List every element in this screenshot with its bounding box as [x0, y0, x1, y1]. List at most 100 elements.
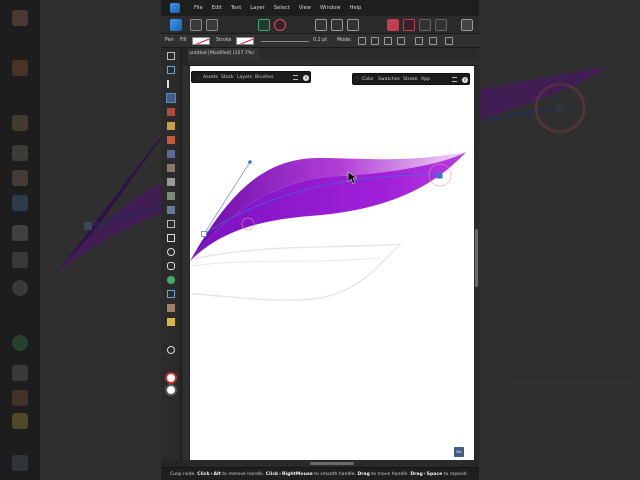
anchor-node-selected[interactable] [436, 172, 443, 179]
screen: File Edit Text Layer Select View Window … [0, 0, 640, 480]
rounded-rectangle-icon[interactable] [167, 262, 175, 270]
app-window: File Edit Text Layer Select View Window … [161, 0, 479, 480]
pencil-tool-icon[interactable] [167, 108, 175, 116]
anchor-node[interactable] [201, 231, 207, 237]
horizontal-scrollbar[interactable] [190, 460, 474, 467]
menu-window[interactable]: Window [320, 5, 340, 11]
color-panel-header: ⋮ Color Swatches Stroke App × [352, 73, 470, 85]
tab-color[interactable]: Color [362, 77, 374, 82]
status-segment: Click [197, 472, 210, 477]
menu-file[interactable]: File [194, 5, 203, 11]
leaf-shadow-outline [191, 257, 381, 267]
tab-layers[interactable]: Layers [237, 75, 252, 80]
panel-grip-icon[interactable]: ⋮ [196, 75, 201, 80]
panel-grip-icon[interactable]: ⋮ [355, 77, 360, 82]
menu-view[interactable]: View [299, 5, 311, 11]
status-segment: to remove handle. [220, 472, 266, 477]
boolean-add-icon[interactable] [387, 19, 399, 31]
assistant-icon[interactable] [461, 19, 473, 31]
status-segment: Drag [357, 472, 370, 477]
shape-tool-icon[interactable] [167, 276, 175, 284]
ellipse-tool-icon[interactable] [167, 248, 175, 256]
fill-tool-icon[interactable] [167, 136, 175, 144]
tab-stock[interactable]: Stock [221, 75, 234, 80]
rubber-band-icon[interactable] [445, 37, 453, 45]
smart-mode-icon[interactable] [371, 37, 379, 45]
node-action-icon[interactable] [415, 37, 423, 45]
transparency-tool-icon[interactable] [167, 150, 175, 158]
corner-badge: DA [454, 447, 464, 457]
boolean-xor-icon[interactable] [435, 19, 447, 31]
status-segment: Click [265, 472, 279, 477]
image-tool-icon[interactable] [167, 206, 175, 214]
panel-close-icon[interactable]: × [462, 76, 468, 83]
status-segment: Cusp node. [170, 472, 198, 477]
place-image-icon[interactable] [167, 178, 175, 186]
tab-brushes[interactable]: Brushes [255, 75, 273, 80]
horizontal-scroll-thumb[interactable] [310, 462, 354, 465]
arrange-front-icon[interactable] [315, 19, 327, 31]
text-tool-icon[interactable] [167, 290, 175, 298]
snapping-icon[interactable] [258, 19, 270, 31]
leaf-artwork[interactable] [190, 66, 474, 460]
menu-text[interactable]: Text [231, 5, 242, 11]
boolean-subtract-icon[interactable] [403, 19, 415, 31]
vertical-scrollbar[interactable] [474, 66, 479, 460]
tab-assets[interactable]: Assets [203, 75, 218, 80]
status-segment: Alt [213, 472, 221, 477]
fill-swatch[interactable] [192, 37, 210, 45]
pixel-brush-icon[interactable] [167, 192, 175, 200]
document-canvas[interactable] [190, 66, 474, 460]
fill-stroke-selector-icon[interactable] [165, 372, 177, 384]
leaf-shadow-outline [191, 243, 402, 301]
artboard-tool-icon[interactable] [167, 66, 175, 74]
document-tab[interactable]: untitled [Modified] (157.7%) [188, 48, 259, 59]
polygon-mode-icon[interactable] [384, 37, 392, 45]
align-icon[interactable] [347, 19, 359, 31]
tab-stroke[interactable]: Stroke [403, 77, 418, 82]
main-toolbar [161, 16, 479, 34]
stroke-swatch[interactable] [236, 37, 254, 45]
tab-app[interactable]: App [421, 77, 430, 82]
ruler-icon[interactable] [167, 318, 175, 326]
transform-mode-icon[interactable] [429, 37, 437, 45]
pen-tool-icon[interactable] [166, 93, 176, 103]
vertical-scroll-thumb[interactable] [475, 229, 478, 287]
status-bar: Cusp node. Click+Alt to remove handle. C… [161, 467, 479, 480]
vector-brush-tool-icon[interactable] [167, 122, 175, 130]
line-mode-icon[interactable] [397, 37, 405, 45]
snapping-options-icon[interactable] [274, 19, 286, 31]
rectangle-tool-icon[interactable] [167, 234, 175, 242]
designer-persona-icon[interactable] [170, 19, 182, 31]
stroke-selector-icon[interactable] [165, 384, 177, 396]
status-segment: Drag [410, 472, 423, 477]
arrange-back-icon[interactable] [331, 19, 343, 31]
export-persona-icon[interactable] [206, 19, 218, 31]
crop-tool-icon[interactable] [167, 220, 175, 228]
color-picker-icon[interactable] [167, 164, 175, 172]
panel-menu-icon[interactable] [293, 75, 298, 80]
fill-label: Fill [180, 38, 187, 43]
stroke-width-slider[interactable] [261, 41, 309, 42]
stroke-width-value[interactable]: 0.2 pt [313, 38, 327, 43]
status-segment: to smooth handle. [312, 472, 358, 477]
menu-help[interactable]: Help [350, 5, 362, 11]
boolean-intersect-icon[interactable] [419, 19, 431, 31]
node-tool-icon[interactable] [167, 80, 175, 88]
brush-icon[interactable] [167, 304, 175, 312]
status-segment: to move handle. [369, 472, 411, 477]
pen-mode-icon[interactable] [358, 37, 366, 45]
menu-select[interactable]: Select [274, 5, 290, 11]
move-tool-icon[interactable] [167, 52, 175, 60]
horizontal-ruler [188, 59, 479, 66]
bezier-handle-point[interactable] [248, 160, 252, 164]
pixel-persona-icon[interactable] [190, 19, 202, 31]
tool-name-label: Pen [165, 38, 174, 43]
vertical-ruler [183, 66, 189, 460]
zoom-tool-icon[interactable] [167, 346, 175, 354]
menu-edit[interactable]: Edit [212, 5, 222, 11]
panel-menu-icon[interactable] [452, 77, 457, 82]
panel-close-icon[interactable]: × [303, 74, 309, 81]
menu-layer[interactable]: Layer [250, 5, 264, 11]
tab-swatches[interactable]: Swatches [378, 77, 400, 82]
